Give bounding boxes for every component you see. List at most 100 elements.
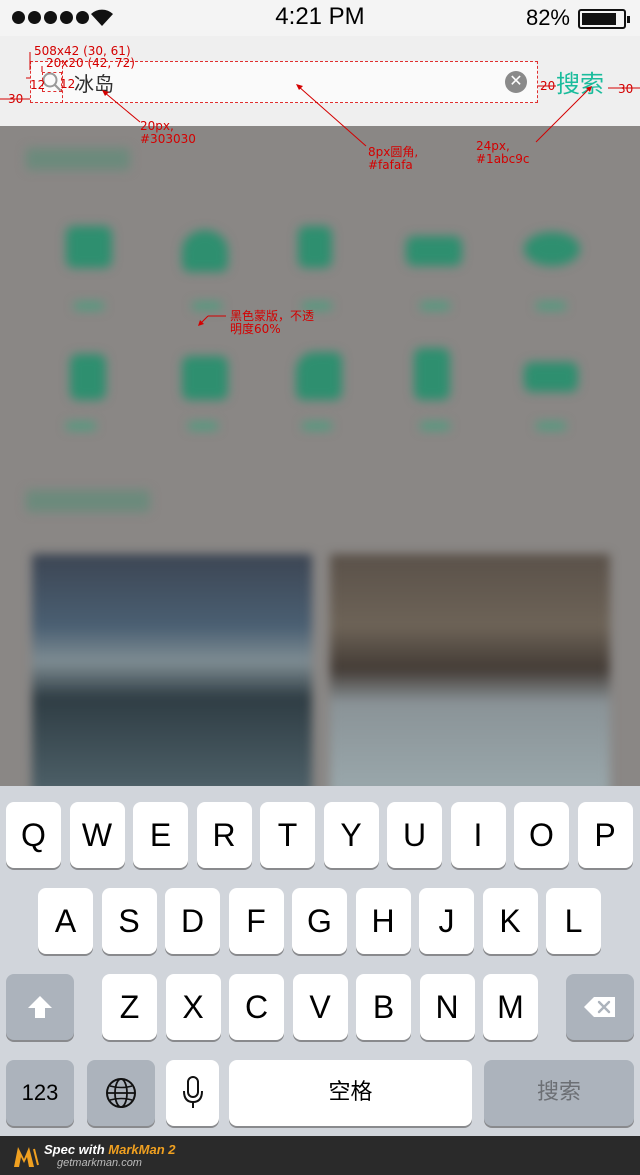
key-label: Q: [21, 817, 46, 853]
clear-search-icon[interactable]: ✕: [505, 71, 527, 93]
key-o[interactable]: O: [514, 802, 569, 868]
key-b[interactable]: B: [356, 974, 411, 1040]
backspace-icon: [584, 997, 615, 1017]
markman-footer: Spec with MarkMan 2 getmarkman.com: [0, 1136, 640, 1175]
key-label: X: [182, 989, 204, 1025]
button-color-note: #1abc9c: [476, 152, 530, 166]
key-label: O: [529, 817, 554, 853]
key-g[interactable]: G: [292, 888, 347, 954]
key-s[interactable]: S: [101, 888, 157, 954]
markman-logo-icon: [14, 1147, 39, 1167]
key-label: P: [594, 817, 616, 853]
search-input[interactable]: [74, 61, 494, 103]
backspace-key[interactable]: [566, 974, 634, 1040]
key-label: B: [372, 989, 395, 1025]
category-icon: [70, 354, 106, 400]
category-label: [192, 302, 222, 310]
key-v[interactable]: V: [292, 974, 348, 1040]
blurred-background-content: [0, 126, 640, 786]
margin-left-annotation: 30: [8, 92, 24, 106]
key-k[interactable]: K: [482, 888, 538, 954]
footer-url[interactable]: getmarkman.com: [57, 1157, 142, 1169]
pad-left-annotation: 12: [30, 78, 46, 92]
key-l[interactable]: L: [546, 888, 601, 954]
text-style-annotation: 20px, #303030: [140, 120, 196, 146]
battery-percent: 82%: [525, 5, 570, 30]
key-x[interactable]: X: [165, 974, 221, 1040]
overlay-annotation: 黑色蒙版，不透 明度60%: [230, 310, 314, 336]
shift-key[interactable]: [6, 974, 74, 1040]
key-label: S: [118, 903, 140, 939]
key-label: W: [81, 817, 113, 853]
key-m[interactable]: M: [483, 974, 538, 1040]
category-icon: [524, 232, 580, 266]
key-q[interactable]: Q: [6, 802, 61, 868]
photo-card: [32, 554, 312, 786]
numbers-key[interactable]: 123: [6, 1060, 74, 1126]
key-label: A: [54, 903, 77, 939]
key-c[interactable]: C: [229, 974, 284, 1040]
key-y[interactable]: Y: [323, 802, 379, 868]
key-z[interactable]: Z: [102, 974, 157, 1040]
key-u[interactable]: U: [387, 802, 442, 868]
text-color-note: #303030: [140, 132, 196, 146]
category-icon: [182, 356, 228, 400]
category-label: [66, 422, 96, 430]
key-label: H: [371, 903, 395, 939]
box-style-annotation: 8px圆角, #fafafa: [368, 146, 418, 172]
category-label: [302, 422, 332, 430]
search-return-key[interactable]: 搜索: [484, 1060, 634, 1126]
key-label: T: [277, 817, 298, 853]
key-f[interactable]: F: [228, 888, 284, 954]
key-label: D: [180, 903, 205, 939]
status-bar: 4:21 PM 82%: [0, 0, 640, 36]
battery-icon: [578, 9, 630, 29]
key-a[interactable]: A: [38, 888, 93, 954]
key-label: Y: [340, 817, 362, 853]
key-label: U: [402, 817, 427, 853]
key-d[interactable]: D: [165, 888, 220, 954]
key-label: V: [309, 989, 331, 1025]
numbers-key-label: 123: [21, 1080, 59, 1105]
category-icon: [298, 226, 332, 268]
key-i[interactable]: I: [450, 802, 506, 868]
key-p[interactable]: P: [577, 802, 633, 868]
key-label: N: [435, 989, 459, 1025]
shift-icon: [28, 996, 52, 1018]
button-style-annotation: 24px, #1abc9c: [476, 140, 530, 166]
key-label: R: [212, 817, 236, 853]
overlay-note-line2: 明度60%: [230, 322, 281, 336]
key-e[interactable]: E: [133, 802, 188, 868]
box-color-note: #fafafa: [368, 158, 413, 172]
globe-icon: [106, 1078, 136, 1108]
microphone-key[interactable]: [166, 1060, 219, 1126]
section-header-placeholder: [26, 148, 130, 170]
key-w[interactable]: W: [69, 802, 125, 868]
key-t[interactable]: T: [260, 802, 315, 868]
section-header-placeholder: [26, 490, 150, 512]
key-h[interactable]: H: [355, 888, 411, 954]
photo-card: [330, 554, 610, 786]
gap-right-annotation: 20: [540, 79, 556, 93]
category-label: [420, 422, 450, 430]
key-label: K: [499, 903, 521, 939]
key-label: M: [497, 989, 524, 1025]
microphone-icon: [182, 1076, 203, 1108]
key-r[interactable]: R: [196, 802, 252, 868]
search-button[interactable]: 搜索: [556, 64, 604, 99]
category-label: [536, 302, 566, 310]
category-icon: [296, 352, 342, 400]
pad-icon-annotation: 12: [60, 77, 76, 91]
globe-key[interactable]: [87, 1060, 155, 1126]
key-j[interactable]: J: [419, 888, 474, 954]
key-label: G: [307, 903, 332, 939]
category-label: [420, 302, 450, 310]
key-label: F: [246, 903, 266, 939]
return-key-label: 搜索: [536, 1080, 581, 1105]
space-key-label: 空格: [328, 1080, 373, 1105]
battery-level: [582, 13, 616, 25]
space-key[interactable]: 空格: [229, 1060, 472, 1126]
key-n[interactable]: N: [419, 974, 475, 1040]
key-label: Z: [119, 989, 140, 1025]
category-label: [74, 302, 104, 310]
